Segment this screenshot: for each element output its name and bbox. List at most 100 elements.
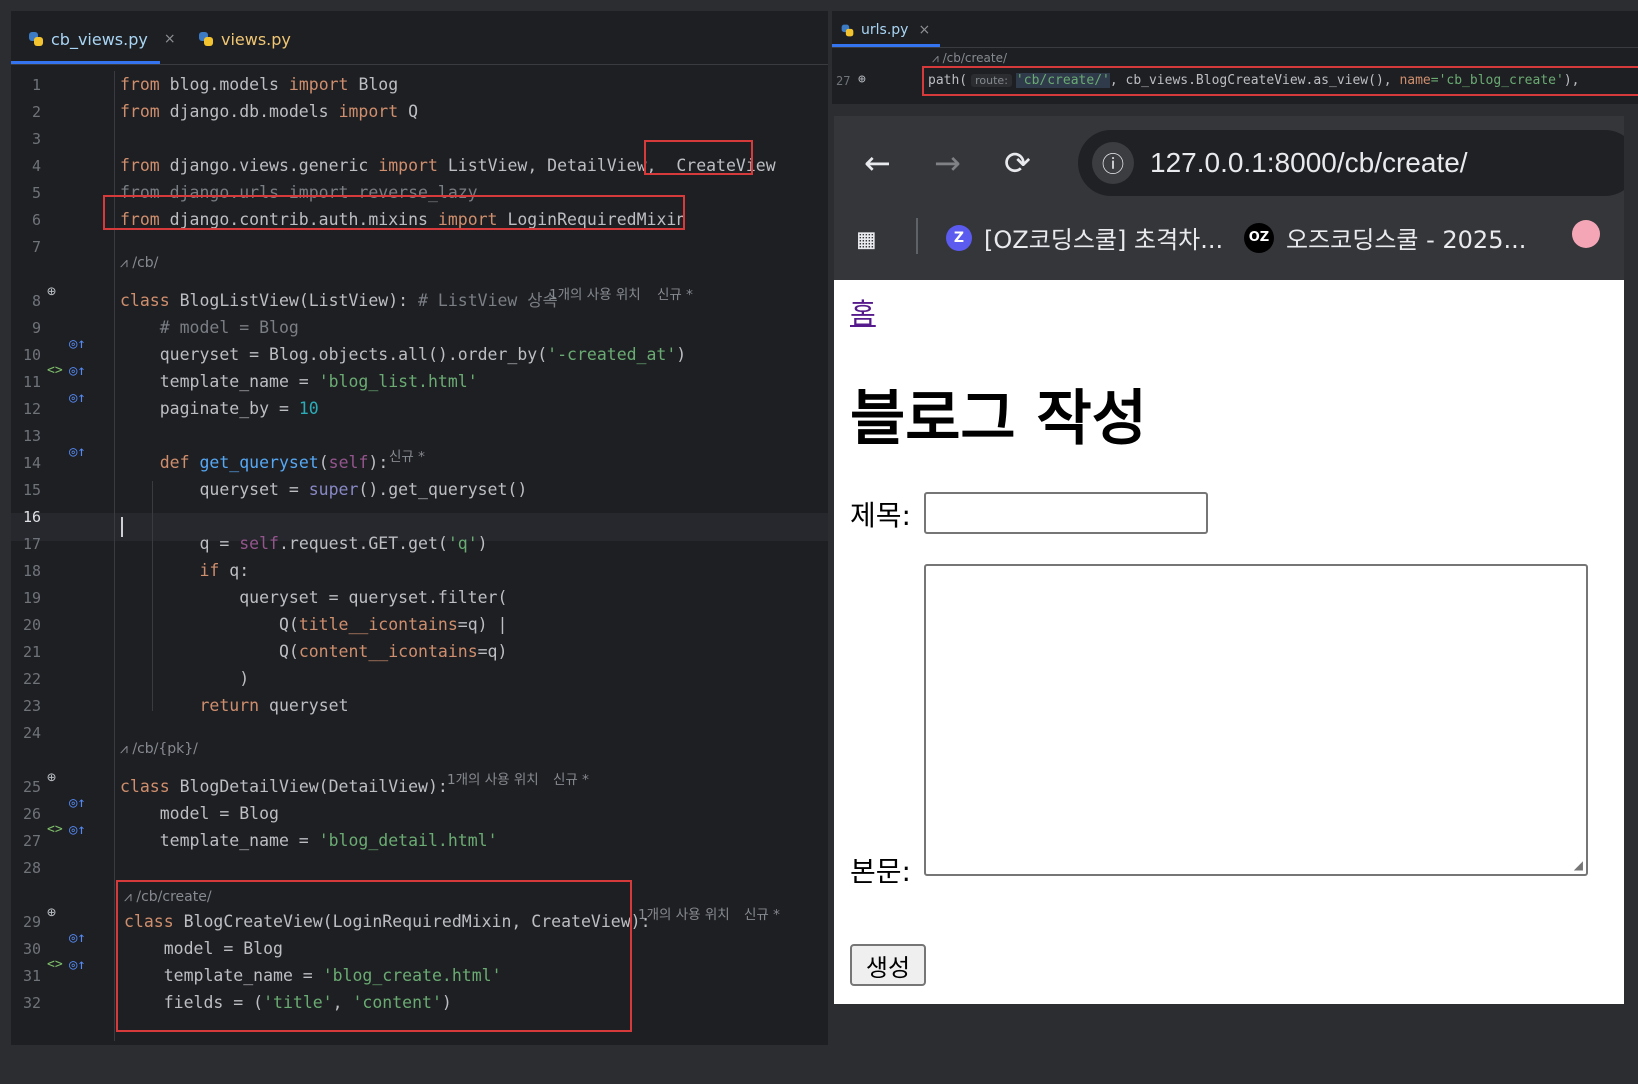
override-icon[interactable]: ◎↑ <box>69 444 86 460</box>
reload-icon[interactable]: ⟳ <box>1004 144 1031 182</box>
route-hint-create[interactable]: ⩘ /cb/create/ <box>932 51 1007 66</box>
code-token: ) <box>120 669 250 688</box>
code-line[interactable]: from django.db.models import Q <box>120 102 418 122</box>
code-token: '-created_at' <box>547 345 677 364</box>
code-line[interactable]: # model = Blog <box>120 318 299 338</box>
template-link-icon[interactable]: <> <box>47 957 63 972</box>
back-arrow-icon[interactable]: ← <box>864 144 891 182</box>
code-line[interactable]: class BlogListView(ListView): # ListView… <box>120 291 558 311</box>
browser-chrome: ← → ⟳ ⓘ 127.0.0.1:8000/cb/create/ ▦ Z [O… <box>834 116 1624 280</box>
route-hint-text: /cb/ <box>132 255 159 271</box>
apps-grid-icon[interactable]: ▦ <box>858 222 875 255</box>
content-label: 본문: <box>850 855 911 888</box>
globe-icon[interactable]: ⊕ <box>47 903 56 921</box>
globe-icon[interactable]: ⊕ <box>47 282 56 300</box>
override-icon[interactable]: ◎↑ <box>69 363 86 379</box>
tab-views[interactable]: views.py <box>197 25 291 53</box>
line-number: 27 <box>836 74 851 88</box>
code-line[interactable]: template_name = 'blog_detail.html' <box>120 831 498 851</box>
line-number: 30 <box>22 940 41 958</box>
code-token: # model = Blog <box>159 318 299 337</box>
new-hint: 신규 * <box>389 449 425 465</box>
code-token: self <box>239 534 279 553</box>
route-hint-list[interactable]: ⩘ /cb/ <box>120 255 158 271</box>
code-line[interactable]: ) <box>120 669 249 689</box>
code-line[interactable]: template_name = 'blog_list.html' <box>120 372 478 392</box>
override-icon[interactable]: ◎↑ <box>69 336 86 352</box>
usage-hint[interactable]: 1개의 사용 위치 <box>549 283 641 303</box>
line-number: 11 <box>22 373 41 391</box>
code-token: 'q' <box>447 534 478 553</box>
close-icon[interactable]: × <box>164 31 176 47</box>
code-line[interactable]: queryset = queryset.filter( <box>120 588 507 608</box>
code-token: title__icontains <box>298 615 458 634</box>
code-line[interactable]: queryset = super().get_queryset() <box>120 480 527 500</box>
override-icon[interactable]: ◎↑ <box>69 390 86 406</box>
code-token: 10 <box>298 399 319 418</box>
title-input[interactable] <box>924 492 1208 534</box>
code-token: ): <box>368 453 389 472</box>
code-token: =q) | <box>457 615 508 634</box>
forward-arrow-icon[interactable]: → <box>934 144 961 182</box>
code-line[interactable]: queryset = Blog.objects.all().order_by('… <box>120 345 687 365</box>
code-line[interactable]: def get_queryset(self): <box>120 453 389 473</box>
code-token: queryset = queryset.filter( <box>120 588 508 607</box>
content-textarea[interactable]: ◢ <box>924 564 1588 876</box>
line-number: 18 <box>22 562 41 580</box>
template-link-icon[interactable]: <> <box>47 822 63 837</box>
line-number: 5 <box>31 184 41 202</box>
line-number: 14 <box>22 454 41 472</box>
tab-urls[interactable]: urls.py × <box>840 16 930 44</box>
globe-icon[interactable]: ⊕ <box>47 768 56 786</box>
bookmark-oz-bootcamp[interactable]: Z [OZ코딩스쿨] 초격차... <box>946 220 1223 255</box>
code-token: blog.models <box>169 75 289 94</box>
line-number: 23 <box>22 697 41 715</box>
globe-icon[interactable]: ⊕ <box>858 72 866 87</box>
line-number: 6 <box>31 211 41 229</box>
bookmark-partial[interactable] <box>1572 220 1600 248</box>
line-number: 7 <box>31 238 41 256</box>
code-token: django.db.models <box>169 102 339 121</box>
code-token: class <box>120 777 180 796</box>
override-icon[interactable]: ◎↑ <box>69 795 86 811</box>
code-token: 'blog_list.html' <box>318 372 478 391</box>
line-number: 28 <box>22 859 41 877</box>
code-line[interactable]: Q(title__icontains=q) | <box>120 615 508 635</box>
code-token: class <box>120 291 180 310</box>
code-line[interactable]: Q(content__icontains=q) <box>120 642 508 662</box>
resize-handle-icon[interactable]: ◢ <box>1574 858 1583 872</box>
override-icon[interactable]: ◎↑ <box>69 957 86 973</box>
code-line[interactable]: model = Blog <box>120 804 279 824</box>
close-icon[interactable]: × <box>918 22 930 38</box>
highlight-create-view-class <box>116 880 632 1032</box>
code-line[interactable]: class BlogDetailView(DetailView): <box>120 777 448 797</box>
code-token: .request.GET.get( <box>278 534 448 553</box>
route-hint-text: /cb/create/ <box>942 51 1008 65</box>
override-icon[interactable]: ◎↑ <box>69 930 86 946</box>
submit-button[interactable]: 생성 <box>850 944 926 986</box>
usage-hint[interactable]: 1개의 사용 위치 <box>638 903 730 923</box>
editor-tabbar: urls.py × <box>832 11 1638 48</box>
bookmark-oz-school[interactable]: OZ 오즈코딩스쿨 - 2025... <box>1244 220 1526 255</box>
bookmark-favicon-icon: Z <box>946 224 972 251</box>
bookmark-label: 오즈코딩스쿨 - 2025... <box>1286 226 1527 254</box>
code-line[interactable]: paginate_by = 10 <box>120 399 319 419</box>
address-bar[interactable]: ⓘ 127.0.0.1:8000/cb/create/ <box>1078 130 1624 196</box>
code-token: 'blog_detail.html' <box>318 831 498 850</box>
site-info-icon[interactable]: ⓘ <box>1092 142 1134 184</box>
code-line[interactable]: from blog.models import Blog <box>120 75 398 95</box>
code-token: Q <box>408 102 419 121</box>
home-link[interactable]: 홈 <box>850 292 876 332</box>
override-icon[interactable]: ◎↑ <box>69 822 86 838</box>
tab-cb-views[interactable]: cb_views.py × <box>27 25 176 53</box>
code-line[interactable]: if q: <box>120 561 249 581</box>
line-number: 8 <box>31 292 41 310</box>
template-link-icon[interactable]: <> <box>47 363 63 378</box>
route-hint-detail[interactable]: ⩘ /cb/{pk}/ <box>120 741 198 757</box>
highlight-url-path <box>922 66 1638 96</box>
code-line[interactable]: q = self.request.GET.get('q') <box>120 534 487 554</box>
usage-hint[interactable]: 1개의 사용 위치 <box>447 768 539 788</box>
code-token: get_queryset <box>199 453 319 472</box>
code-line[interactable]: return queryset <box>120 696 348 716</box>
